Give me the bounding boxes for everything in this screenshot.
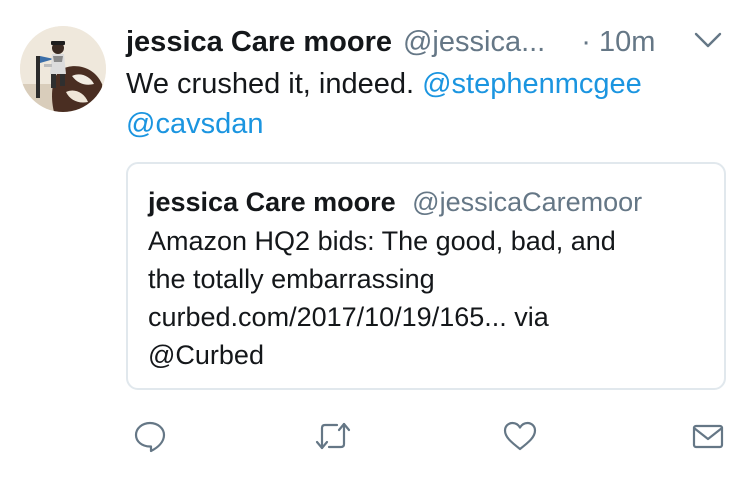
reply-button[interactable] [130, 416, 170, 456]
tweet-timestamp[interactable]: · 10m [581, 22, 655, 62]
avatar[interactable] [20, 26, 106, 112]
quoted-author-display-name: jessica Care moore [148, 187, 396, 217]
mention-link[interactable]: @stephenmcgee [422, 68, 642, 100]
heart-icon [503, 421, 537, 451]
chevron-down-icon[interactable] [694, 30, 722, 50]
quoted-author-handle: @jessicaCaremoor [412, 187, 643, 217]
quoted-link-line: curbed.com/2017/10/19/165... via [148, 302, 549, 332]
tweet-card[interactable]: jessica Care moore @jessica... · 10m We … [0, 0, 750, 478]
like-button[interactable] [500, 416, 540, 456]
tweet-text: We crushed it, indeed. @stephenmcgee @ca… [126, 64, 716, 144]
quoted-tweet-text: Amazon HQ2 bids: The good, bad, and the … [148, 222, 708, 374]
mail-icon [692, 424, 724, 449]
reply-icon [134, 421, 166, 453]
retweet-icon [315, 422, 351, 450]
quoted-text-line: @Curbed [148, 340, 264, 370]
tweet-text-body: We crushed it, indeed. [126, 68, 415, 100]
avatar-photo-icon [20, 26, 106, 112]
tweet-header: jessica Care moore @jessica... · 10m [126, 22, 655, 62]
mention-link[interactable]: @cavsdan [126, 108, 263, 140]
quoted-text-line: the totally embarrassing [148, 264, 435, 294]
quoted-tweet[interactable]: jessica Care moore @jessicaCaremoor Amaz… [126, 162, 726, 390]
quoted-tweet-header: jessica Care moore @jessicaCaremoor [148, 183, 642, 221]
author-handle[interactable]: @jessica... [403, 22, 545, 62]
author-display-name[interactable]: jessica Care moore [126, 22, 392, 62]
quoted-text-line: Amazon HQ2 bids: The good, bad, and [148, 226, 616, 256]
retweet-button[interactable] [313, 416, 353, 456]
direct-message-button[interactable] [688, 416, 728, 456]
